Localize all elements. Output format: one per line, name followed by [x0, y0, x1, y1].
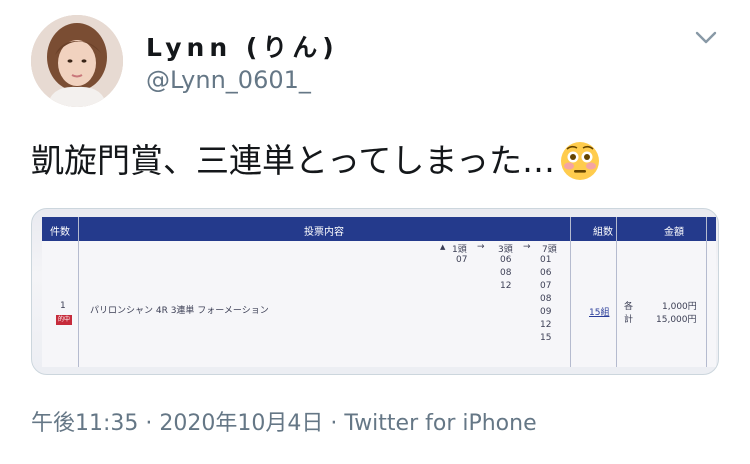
col3-horse: 01 — [540, 255, 552, 265]
ticket-table-header: 件数 投票内容 組数 金額 — [42, 217, 716, 241]
column-divider — [616, 217, 617, 367]
arrow-1: → — [477, 242, 485, 252]
col3-horse: 06 — [540, 268, 552, 278]
total-label: 計 — [624, 315, 634, 325]
col3-horse: 08 — [540, 294, 552, 304]
kumi-link[interactable]: 15組 — [589, 305, 609, 318]
tweet-source[interactable]: Twitter for iPhone — [344, 411, 536, 436]
header-kumi: 組数 — [593, 227, 613, 238]
sort-triangle-icon: ▲ — [440, 243, 446, 251]
header-content: 投票内容 — [304, 227, 344, 238]
arrow-2: → — [523, 242, 531, 252]
flushed-face-emoji-icon — [559, 140, 601, 196]
header-amount: 金額 — [664, 227, 684, 238]
row-count: 1 — [60, 301, 66, 311]
display-name[interactable]: Lynn (りん) — [146, 28, 339, 64]
column-divider — [570, 217, 571, 367]
column-divider — [706, 217, 707, 367]
hit-badge: 的中 — [56, 315, 72, 325]
meta-separator: · — [330, 411, 338, 436]
race-description: パリロンシャン 4R 3連単 フォーメーション — [90, 306, 269, 316]
each-label: 各 — [624, 302, 634, 312]
each-amount: 1,000円 — [662, 302, 697, 312]
col2-horse: 08 — [500, 268, 512, 278]
betting-ticket-table: 件数 投票内容 組数 金額 1 的中 パリロンシャン 4R 3連単 フォーメーシ… — [42, 217, 716, 367]
col2-horse: 06 — [500, 255, 512, 265]
header-count: 件数 — [50, 227, 70, 238]
col3-horse: 09 — [540, 307, 552, 317]
user-handle[interactable]: @Lynn_0601_ — [146, 66, 311, 94]
tweet-text-content: 凱旋門賞、三連単とってしまった… — [31, 141, 556, 180]
meta-separator: · — [145, 411, 153, 436]
avatar[interactable] — [31, 15, 123, 107]
tweet-text: 凱旋門賞、三連単とってしまった… — [31, 136, 601, 196]
total-amount: 15,000円 — [656, 315, 697, 325]
column-divider — [78, 217, 79, 367]
col3-horse: 12 — [540, 320, 552, 330]
tweet-metadata: 午後11:35 · 2020年10月4日 · Twitter for iPhon… — [31, 405, 537, 437]
chevron-down-icon[interactable] — [692, 28, 720, 48]
col3-label: 7頭 — [542, 245, 557, 255]
tweet-image[interactable]: 件数 投票内容 組数 金額 1 的中 パリロンシャン 4R 3連単 フォーメーシ… — [31, 208, 719, 375]
col2-label: 3頭 — [498, 245, 513, 255]
col2-horse: 12 — [500, 281, 512, 291]
col3-horse: 07 — [540, 281, 552, 291]
ticket-table-body: 1 的中 パリロンシャン 4R 3連単 フォーメーション ▲ 1頭 → 3頭 →… — [42, 241, 716, 367]
col1-horse: 07 — [456, 255, 468, 265]
col1-label: 1頭 — [452, 245, 467, 255]
tweet-card: Lynn (りん) @Lynn_0601_ 凱旋門賞、三連単とってしまった… 件… — [0, 0, 750, 464]
col3-horse: 15 — [540, 333, 552, 343]
tweet-time[interactable]: 午後11:35 — [31, 411, 138, 436]
avatar-photo — [31, 15, 123, 107]
tweet-date[interactable]: 2020年10月4日 — [159, 411, 323, 436]
